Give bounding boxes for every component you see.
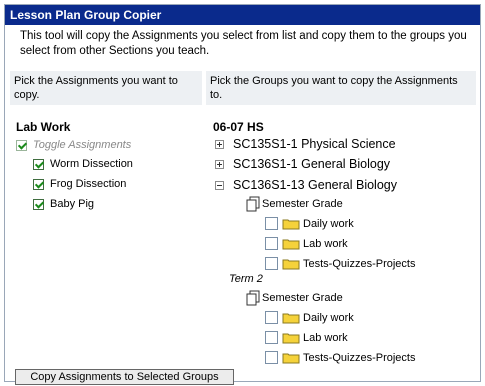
category-checkbox[interactable] <box>265 311 278 324</box>
category-label: Tests-Quizzes-Projects <box>303 351 416 364</box>
expand-plus-icon[interactable] <box>215 159 224 169</box>
toggle-assignments-checkbox[interactable] <box>16 139 27 151</box>
category-row[interactable]: Daily work <box>265 217 354 230</box>
panel-title: Lesson Plan Group Copier <box>5 5 480 25</box>
category-row[interactable]: Lab work <box>265 237 348 250</box>
folder-icon <box>282 219 300 229</box>
category-row[interactable]: Tests-Quizzes-Projects <box>265 351 415 364</box>
assignments-column-header: Pick the Assignments you want to copy. <box>10 71 202 105</box>
category-checkbox[interactable] <box>265 257 278 270</box>
assignment-label: Worm Dissection <box>50 158 133 170</box>
document-icon <box>246 196 260 212</box>
category-label: Lab work <box>303 237 348 250</box>
groups-column-header: Pick the Groups you want to copy the Ass… <box>206 71 476 105</box>
folder-icon <box>282 313 300 323</box>
assignment-checkbox[interactable] <box>33 178 44 190</box>
course-label: SC136S1-13 General Biology <box>233 178 397 192</box>
folder-icon <box>282 239 300 249</box>
expand-plus-icon[interactable] <box>215 139 224 149</box>
term-label: Term 2 <box>229 273 263 285</box>
category-checkbox[interactable] <box>265 331 278 344</box>
category-label: Lab work <box>303 331 348 344</box>
category-checkbox[interactable] <box>265 351 278 364</box>
category-checkbox[interactable] <box>265 237 278 250</box>
intro-text: This tool will copy the Assignments you … <box>20 30 467 57</box>
folder-icon <box>282 353 300 363</box>
assignment-item[interactable]: Frog Dissection <box>33 178 126 190</box>
document-icon <box>246 290 260 306</box>
assignment-item[interactable]: Worm Dissection <box>33 158 133 170</box>
category-checkbox[interactable] <box>265 217 278 230</box>
course-row[interactable]: SC135S1-1 Physical Science <box>215 137 396 151</box>
course-row[interactable]: SC136S1-13 General Biology <box>215 178 397 192</box>
assignment-label: Frog Dissection <box>50 178 127 190</box>
semester-grade-row: Semester Grade <box>246 290 343 306</box>
copier-panel <box>4 4 481 382</box>
toggle-assignments-label: Toggle Assignments <box>33 139 132 151</box>
folder-icon <box>282 333 300 343</box>
category-label: Daily work <box>303 311 354 324</box>
category-row[interactable]: Tests-Quizzes-Projects <box>265 257 415 270</box>
course-label: SC136S1-1 General Biology <box>233 157 391 171</box>
year-title: 06-07 HS <box>213 120 264 134</box>
toggle-assignments[interactable]: Toggle Assignments <box>16 139 131 151</box>
assignment-checkbox[interactable] <box>33 158 44 170</box>
assignment-item[interactable]: Baby Pig <box>33 198 94 210</box>
semester-grade-row: Semester Grade <box>246 196 343 212</box>
copy-assignments-button[interactable]: Copy Assignments to Selected Groups <box>15 369 234 385</box>
assignment-label: Baby Pig <box>50 198 95 210</box>
course-label: SC135S1-1 Physical Science <box>233 137 396 151</box>
folder-icon <box>282 259 300 269</box>
category-row[interactable]: Lab work <box>265 331 348 344</box>
collapse-minus-icon[interactable] <box>215 180 224 190</box>
category-label: Daily work <box>303 217 354 230</box>
semester-grade-label: Semester Grade <box>262 198 343 210</box>
assignment-checkbox[interactable] <box>33 198 44 210</box>
category-label: Tests-Quizzes-Projects <box>303 257 416 270</box>
category-row[interactable]: Daily work <box>265 311 354 324</box>
course-row[interactable]: SC136S1-1 General Biology <box>215 157 390 171</box>
semester-grade-label: Semester Grade <box>262 292 343 304</box>
assignment-group-title: Lab Work <box>16 120 71 134</box>
